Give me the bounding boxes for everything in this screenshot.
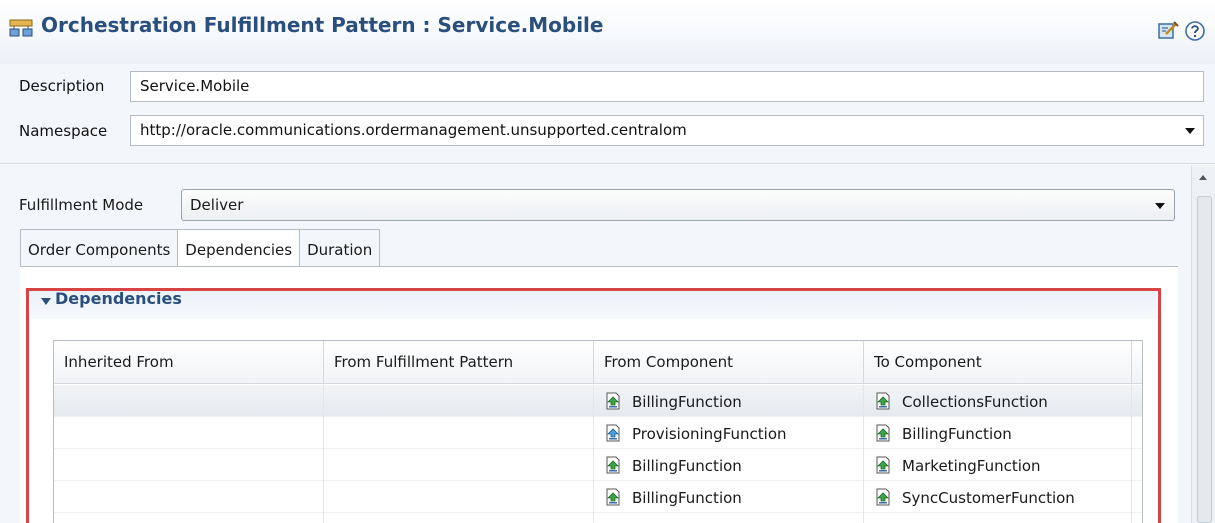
- from-pattern-cell: [324, 449, 594, 481]
- description-label: Description: [19, 77, 105, 95]
- column-header-to-component[interactable]: To Component: [864, 341, 1132, 384]
- component-green-icon: [606, 488, 620, 506]
- table-header: Inherited From From Fulfillment Pattern …: [54, 341, 1142, 384]
- from-component-cell: BillingFunction: [594, 481, 864, 513]
- from-pattern-cell: [324, 385, 594, 417]
- from-pattern-cell: [324, 481, 594, 513]
- inherited-from-cell: [54, 385, 324, 417]
- component-green-icon: [876, 456, 890, 474]
- empty-cell: [594, 513, 864, 523]
- pattern-icon: [9, 19, 33, 37]
- to-component-name: CollectionsFunction: [902, 393, 1048, 411]
- column-header-from-component[interactable]: From Component: [594, 341, 864, 384]
- fulfillment-mode-dropdown-arrow-icon[interactable]: [1155, 203, 1165, 209]
- to-component-cell: SyncCustomerFunction: [864, 481, 1132, 513]
- inherited-from-cell: [54, 449, 324, 481]
- column-header-inherited-from[interactable]: Inherited From: [54, 341, 324, 384]
- to-component-cell: MarketingFunction: [864, 449, 1132, 481]
- table-row[interactable]: BillingFunction SyncCustomerFunction: [54, 481, 1142, 513]
- tab-duration[interactable]: Duration: [299, 229, 381, 267]
- dependencies-table: Inherited From From Fulfillment Pattern …: [53, 340, 1143, 523]
- to-component-cell: CollectionsFunction: [864, 385, 1132, 417]
- from-component-name: BillingFunction: [632, 489, 742, 507]
- from-component-name: BillingFunction: [632, 457, 742, 475]
- component-green-icon: [606, 456, 620, 474]
- tab-dependencies[interactable]: Dependencies: [177, 229, 301, 269]
- from-component-name: BillingFunction: [632, 393, 742, 411]
- dependencies-section-header: [30, 289, 1157, 319]
- to-component-name: SyncCustomerFunction: [902, 489, 1075, 507]
- empty-cell: [864, 513, 1132, 523]
- component-blue-icon: [606, 424, 620, 442]
- help-icon[interactable]: [1184, 20, 1206, 42]
- component-green-icon: [606, 392, 620, 410]
- empty-cell: [324, 513, 594, 523]
- to-component-name: BillingFunction: [902, 425, 1012, 443]
- component-green-icon: [876, 488, 890, 506]
- namespace-dropdown-arrow-icon[interactable]: [1185, 128, 1195, 134]
- component-green-icon: [876, 392, 890, 410]
- general-form: Description Service.Mobile Namespace htt…: [0, 64, 1215, 164]
- fulfillment-mode-select[interactable]: Deliver: [181, 189, 1175, 221]
- component-green-icon: [876, 424, 890, 442]
- table-row[interactable]: BillingFunction CollectionsFunction: [54, 385, 1142, 417]
- from-pattern-cell: [324, 417, 594, 449]
- namespace-label: Namespace: [19, 122, 108, 140]
- from-component-cell: BillingFunction: [594, 385, 864, 417]
- fulfillment-mode-label: Fulfillment Mode: [19, 196, 144, 214]
- tab-bar: Order Components Dependencies Duration: [20, 229, 381, 269]
- dynamic-help-icon[interactable]: [1157, 20, 1179, 42]
- from-component-cell: BillingFunction: [594, 449, 864, 481]
- collapse-toggle-icon[interactable]: [41, 298, 51, 305]
- inherited-from-cell: [54, 417, 324, 449]
- table-row[interactable]: ProvisioningFunction BillingFunction: [54, 417, 1142, 449]
- editor-header: Orchestration Fulfillment Pattern : Serv…: [0, 0, 1215, 64]
- empty-table-row: [54, 513, 1142, 523]
- inherited-from-cell: [54, 481, 324, 513]
- to-component-cell: BillingFunction: [864, 417, 1132, 449]
- from-component-name: ProvisioningFunction: [632, 425, 787, 443]
- scrollbar-thumb[interactable]: [1197, 196, 1212, 523]
- dependencies-section-title[interactable]: Dependencies: [55, 289, 182, 308]
- namespace-combo[interactable]: http://oracle.communications.ordermanage…: [130, 115, 1204, 146]
- table-row[interactable]: BillingFunction MarketingFunction: [54, 449, 1142, 481]
- empty-cell: [54, 513, 324, 523]
- column-header-from-fulfillment-pattern[interactable]: From Fulfillment Pattern: [324, 341, 594, 384]
- to-component-name: MarketingFunction: [902, 457, 1041, 475]
- description-field[interactable]: Service.Mobile: [130, 71, 1204, 102]
- scroll-up-arrow-icon[interactable]: [1199, 175, 1207, 180]
- from-component-cell: ProvisioningFunction: [594, 417, 864, 449]
- tab-order-components[interactable]: Order Components: [20, 229, 179, 267]
- page-title: Orchestration Fulfillment Pattern : Serv…: [41, 13, 604, 37]
